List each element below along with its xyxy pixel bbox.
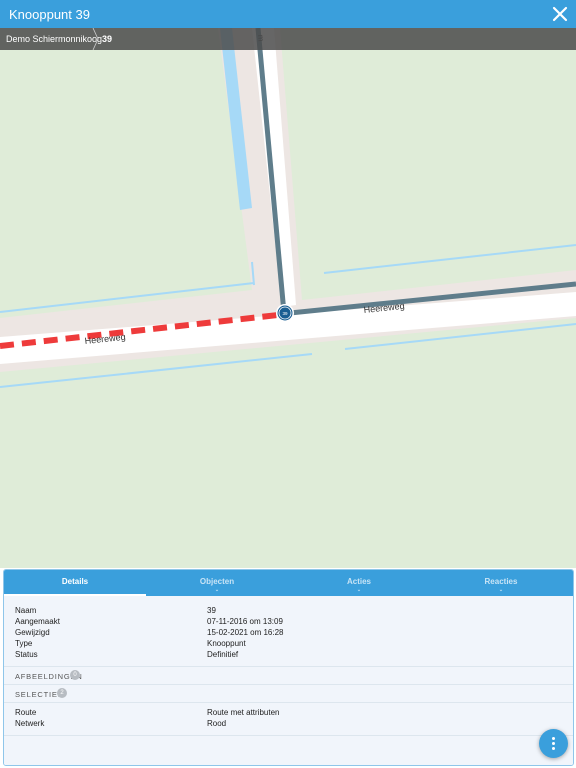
window-title: Knooppunt 39 — [9, 7, 90, 22]
chevron-down-icon: ⌄ — [356, 587, 362, 593]
map-canvas[interactable]: Heereweg Heereweg m 39 — [0, 28, 576, 568]
detail-row: Gewijzigd 15-02-2021 om 16:28 — [4, 628, 573, 639]
tab-label: Objecten — [199, 577, 235, 586]
tab-label: Details — [61, 577, 89, 586]
divider — [4, 735, 573, 736]
detail-row: Aangemaakt 07-11-2016 om 13:09 — [4, 617, 573, 628]
tab-reacties[interactable]: Reacties ⌄ — [430, 570, 572, 596]
selection-row[interactable]: Netwerk Rood — [4, 719, 573, 730]
detail-row: Naam 39 — [4, 606, 573, 617]
detail-value: 15-02-2021 om 16:28 — [207, 628, 284, 637]
tab-acties[interactable]: Acties ⌄ — [288, 570, 430, 596]
selection-key: Route — [15, 708, 37, 717]
breadcrumb: Demo Schiermonnikoog 39 — [0, 28, 576, 50]
tab-details[interactable]: Details — [4, 570, 146, 596]
breadcrumb-item-project[interactable]: Demo Schiermonnikoog — [6, 34, 102, 44]
more-vertical-icon-dot — [552, 742, 555, 745]
tab-label: Acties — [346, 577, 371, 586]
divider — [4, 702, 573, 703]
details-panel: Details Objecten ⌄ Acties ⌄ Reacties ⌄ N… — [3, 569, 574, 766]
selection-key: Netwerk — [15, 719, 45, 728]
details-content[interactable]: Naam 39 Aangemaakt 07-11-2016 om 13:09 G… — [4, 596, 573, 765]
detail-row: Status Definitief — [4, 650, 573, 661]
count-badge: 0 — [70, 670, 80, 680]
map-view[interactable]: Heereweg Heereweg m 39 — [0, 28, 576, 568]
detail-value: 07-11-2016 om 13:09 — [207, 617, 283, 626]
close-icon[interactable] — [550, 4, 570, 24]
count-badge: 2 — [57, 688, 67, 698]
selection-row[interactable]: Route Route met attributen — [4, 708, 573, 719]
selection-value: Route met attributen — [207, 708, 280, 717]
detail-key: Status — [15, 650, 38, 659]
detail-key: Aangemaakt — [15, 617, 60, 626]
detail-row: Type Knooppunt — [4, 639, 573, 650]
detail-value: 39 — [207, 606, 216, 615]
chevron-down-icon: ⌄ — [214, 587, 220, 593]
section-afbeeldingen[interactable]: AFBEELDINGEN 0 — [4, 666, 573, 684]
more-vertical-icon-dot — [552, 737, 555, 740]
detail-key: Naam — [15, 606, 37, 615]
detail-value: Definitief — [207, 650, 239, 659]
more-actions-button[interactable] — [539, 729, 568, 758]
section-selecties[interactable]: SELECTIES 2 — [4, 684, 573, 702]
chevron-down-icon: ⌄ — [498, 587, 504, 593]
node-label: 39 — [282, 311, 288, 316]
detail-value: Knooppunt — [207, 639, 246, 648]
node-marker[interactable]: 39 — [276, 304, 294, 322]
tab-bar: Details Objecten ⌄ Acties ⌄ Reacties ⌄ — [4, 570, 573, 596]
selection-value: Rood — [207, 719, 227, 728]
chevron-right-icon — [92, 28, 99, 50]
more-vertical-icon-dot — [552, 747, 555, 750]
detail-key: Type — [15, 639, 33, 648]
tab-label: Reacties — [484, 577, 518, 586]
tab-objecten[interactable]: Objecten ⌄ — [146, 570, 288, 596]
breadcrumb-item-node: 39 — [102, 34, 113, 44]
title-bar: Knooppunt 39 — [0, 0, 576, 28]
detail-key: Gewijzigd — [15, 628, 50, 637]
